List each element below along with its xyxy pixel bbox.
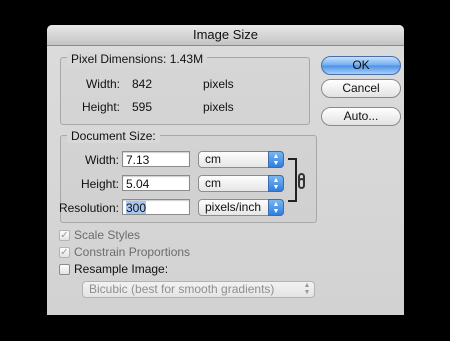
up-down-arrows-icon: ▲ ▼: [268, 175, 284, 192]
document-size-heading: Document Size:: [67, 129, 160, 143]
resolution-value-selection: 300: [126, 201, 147, 215]
up-down-arrows-icon: ▲ ▼: [268, 199, 284, 216]
doc-width-unit-select[interactable]: cm ▲ ▼: [198, 151, 284, 168]
chain-link-icon: [298, 173, 306, 189]
pixel-width-value: 842: [132, 77, 153, 91]
scale-styles-checkbox[interactable]: ✓: [59, 230, 70, 241]
up-down-arrows-icon: ▲ ▼: [268, 151, 284, 168]
up-down-arrows-icon: ▲ ▼: [303, 282, 311, 296]
pixel-height-unit: pixels: [203, 100, 234, 114]
cancel-button[interactable]: Cancel: [321, 79, 401, 98]
resample-image-checkbox[interactable]: [59, 264, 70, 275]
ok-button[interactable]: OK: [321, 56, 401, 75]
auto-button[interactable]: Auto...: [321, 107, 401, 126]
resolution-label: Resolution:: [58, 201, 119, 215]
window-title: Image Size: [47, 25, 404, 46]
pixel-width-label: Width:: [85, 77, 120, 91]
checkmark-icon: ✓: [60, 230, 69, 241]
constrain-bracket: [288, 158, 297, 202]
doc-width-field[interactable]: 7.13: [122, 151, 190, 167]
pixel-dimensions-heading: Pixel Dimensions: 1.43M: [67, 52, 208, 66]
pixel-height-label: Height:: [81, 100, 120, 114]
pixel-width-unit: pixels: [203, 77, 234, 91]
constrain-proportions-label: Constrain Proportions: [74, 245, 191, 259]
resample-image-label: Resample Image:: [74, 262, 169, 276]
constrain-proportions-checkbox[interactable]: ✓: [59, 247, 70, 258]
doc-width-label: Width:: [84, 153, 119, 167]
checkmark-icon: ✓: [60, 247, 69, 258]
scale-styles-label: Scale Styles: [74, 228, 141, 242]
doc-height-field[interactable]: 5.04: [122, 175, 190, 191]
pixel-dimensions-size: 1.43M: [169, 52, 204, 66]
resolution-field[interactable]: 300: [122, 199, 190, 215]
pixel-dimensions-group: [60, 57, 310, 125]
image-size-dialog: Image Size Pixel Dimensions: 1.43M Width…: [47, 25, 404, 315]
doc-height-label: Height:: [80, 177, 119, 191]
resolution-unit-select[interactable]: pixels/inch ▲ ▼: [198, 199, 284, 216]
resample-method-select[interactable]: Bicubic (best for smooth gradients) ▲ ▼: [82, 281, 315, 298]
doc-height-unit-select[interactable]: cm ▲ ▼: [198, 175, 284, 192]
pixel-height-value: 595: [132, 100, 153, 114]
